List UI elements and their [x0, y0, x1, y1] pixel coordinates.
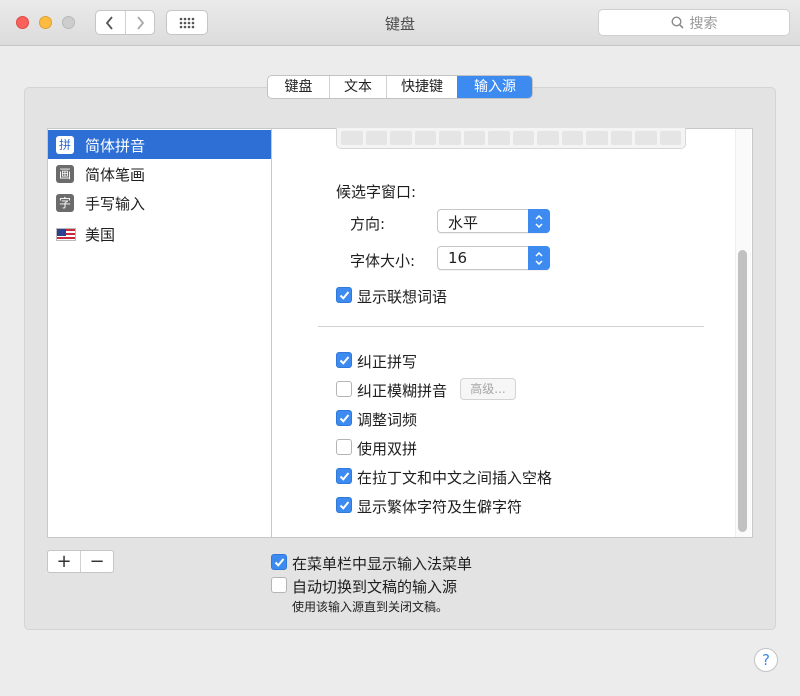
tab-text[interactable]: 文本 — [329, 76, 386, 98]
add-source-button[interactable]: + — [48, 551, 80, 572]
adjust-frequency-checkbox[interactable] — [336, 410, 352, 426]
input-source-list: 拼 简体拼音 画 简体笔画 字 手写输入 美国 — [47, 128, 272, 538]
add-remove-buttons: + − — [47, 550, 114, 573]
updown-arrows-icon — [528, 209, 550, 233]
scrollbar-thumb[interactable] — [738, 250, 747, 532]
checkmark-icon — [274, 558, 285, 567]
checkmark-icon — [339, 501, 350, 510]
insert-space-checkbox[interactable] — [336, 468, 352, 484]
search-field[interactable]: 搜索 — [598, 9, 790, 36]
tab-keyboard[interactable]: 键盘 — [268, 76, 329, 98]
checkmark-icon — [339, 356, 350, 365]
list-item-simplified-pinyin[interactable]: 拼 简体拼音 — [48, 130, 271, 159]
fuzzy-pinyin-label: 纠正模糊拼音 — [357, 382, 448, 400]
tab-bar: 键盘 文本 快捷键 输入源 — [267, 75, 533, 99]
stroke-icon: 画 — [56, 165, 74, 183]
show-traditional-checkbox[interactable] — [336, 497, 352, 513]
tab-input-sources[interactable]: 输入源 — [457, 76, 532, 98]
font-size-select[interactable]: 16 — [437, 246, 550, 270]
show-input-menu-checkbox[interactable] — [271, 554, 287, 570]
insert-space-label: 在拉丁文和中文之间插入空格 — [357, 469, 553, 487]
correct-spelling-label: 纠正拼写 — [357, 353, 418, 371]
show-traditional-label: 显示繁体字符及生僻字符 — [357, 498, 523, 516]
remove-source-button[interactable]: − — [80, 551, 113, 572]
list-item-label: 美国 — [85, 226, 116, 244]
tab-shortcuts[interactable]: 快捷键 — [386, 76, 457, 98]
double-pinyin-checkbox[interactable] — [336, 439, 352, 455]
list-item-us[interactable]: 美国 — [48, 219, 271, 248]
separator — [318, 326, 704, 327]
show-associated-words-label: 显示联想词语 — [357, 288, 448, 306]
direction-value: 水平 — [448, 214, 479, 232]
search-placeholder: 搜索 — [689, 15, 718, 32]
font-size-value: 16 — [448, 249, 468, 267]
list-item-handwriting[interactable]: 字 手写输入 — [48, 188, 271, 217]
search-icon — [670, 16, 684, 29]
show-input-menu-label: 在菜单栏中显示输入法菜单 — [292, 555, 473, 573]
candidate-window-label: 候选字窗口: — [336, 183, 417, 201]
us-flag-icon — [56, 225, 76, 243]
advanced-button[interactable]: 高级... — [460, 378, 516, 400]
help-button[interactable]: ? — [754, 648, 778, 672]
auto-switch-checkbox[interactable] — [271, 577, 287, 593]
handwriting-icon: 字 — [56, 194, 74, 212]
keyboard-preview — [336, 128, 686, 149]
checkmark-icon — [339, 472, 350, 481]
auto-switch-note: 使用该输入源直到关闭文稿。 — [292, 600, 449, 614]
list-item-label: 简体拼音 — [85, 137, 146, 155]
list-item-simplified-stroke[interactable]: 画 简体笔画 — [48, 159, 271, 188]
double-pinyin-label: 使用双拼 — [357, 440, 418, 458]
direction-label: 方向: — [350, 215, 386, 233]
pinyin-icon: 拼 — [56, 136, 74, 154]
direction-select[interactable]: 水平 — [437, 209, 550, 233]
adjust-frequency-label: 调整词频 — [357, 411, 418, 429]
checkmark-icon — [339, 414, 350, 423]
list-item-label: 简体笔画 — [85, 166, 146, 184]
fuzzy-pinyin-checkbox[interactable] — [336, 381, 352, 397]
font-size-label: 字体大小: — [350, 252, 416, 270]
list-item-label: 手写输入 — [85, 195, 146, 213]
show-associated-words-checkbox[interactable] — [336, 287, 352, 303]
checkmark-icon — [339, 291, 350, 300]
title-bar: 键盘 搜索 — [0, 0, 800, 46]
correct-spelling-checkbox[interactable] — [336, 352, 352, 368]
updown-arrows-icon — [528, 246, 550, 270]
auto-switch-label: 自动切换到文稿的输入源 — [292, 578, 458, 596]
